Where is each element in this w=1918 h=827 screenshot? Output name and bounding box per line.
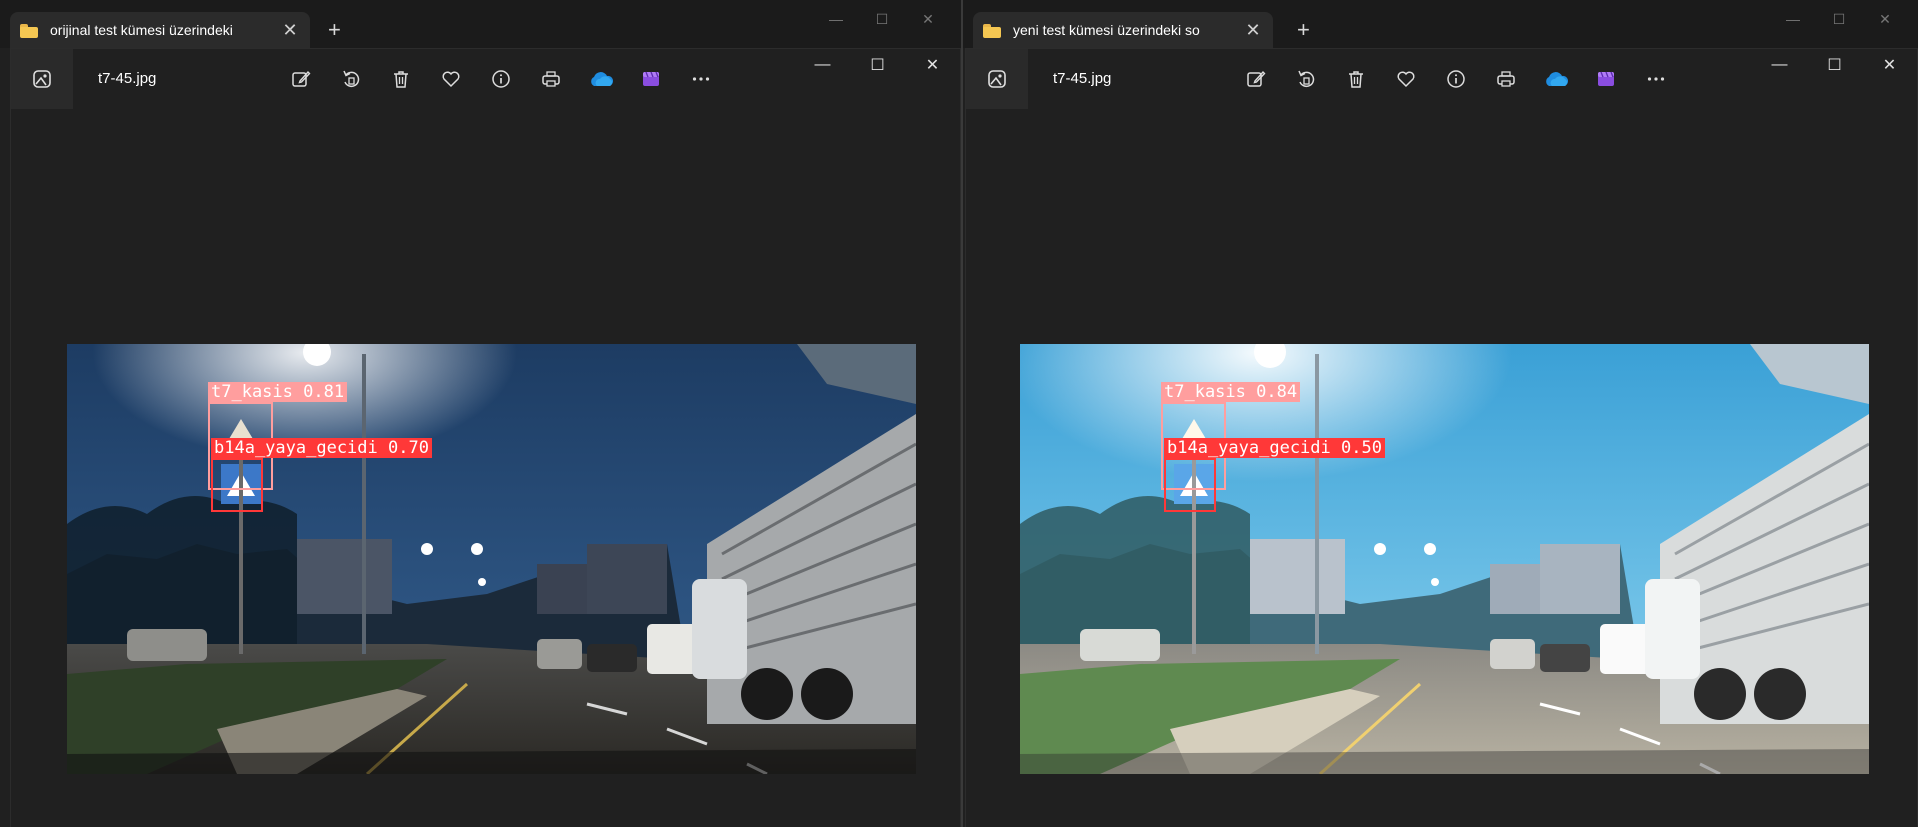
detection-label-yaya-gecidi: b14a_yaya_gecidi 0.70 bbox=[211, 438, 432, 458]
explorer-minimize-button[interactable]: — bbox=[1770, 6, 1816, 32]
delete-icon[interactable] bbox=[1331, 65, 1381, 93]
rotate-icon[interactable] bbox=[326, 65, 376, 93]
maximize-button[interactable]: ☐ bbox=[850, 49, 905, 81]
detection-label-yaya-gecidi: b14a_yaya_gecidi 0.50 bbox=[1164, 438, 1385, 458]
explorer-close-button[interactable]: ✕ bbox=[1862, 6, 1908, 32]
photo-canvas: t7_kasis 0.81 b14a_yaya_gecidi 0.70 bbox=[67, 344, 916, 774]
detection-box-yaya-gecidi bbox=[1164, 458, 1216, 512]
delete-icon[interactable] bbox=[376, 65, 426, 93]
minimize-button[interactable]: — bbox=[1752, 49, 1807, 81]
close-tab-button[interactable]: ✕ bbox=[1243, 20, 1263, 40]
close-button[interactable]: ✕ bbox=[1862, 49, 1917, 81]
close-button[interactable]: ✕ bbox=[905, 49, 960, 81]
close-tab-button[interactable]: ✕ bbox=[280, 20, 300, 40]
info-icon[interactable] bbox=[1431, 65, 1481, 93]
explorer-tab-title: yeni test kümesi üzerindeki so bbox=[1013, 22, 1200, 38]
new-tab-button[interactable]: + bbox=[328, 18, 341, 42]
new-tab-button[interactable]: + bbox=[1297, 18, 1310, 42]
maximize-button[interactable]: ☐ bbox=[1807, 49, 1862, 81]
info-icon[interactable] bbox=[476, 65, 526, 93]
explorer-minimize-button[interactable]: — bbox=[813, 6, 859, 32]
onedrive-icon[interactable] bbox=[576, 65, 626, 93]
left-window: orijinal test kümesi üzerindeki ✕ + — ☐ … bbox=[0, 0, 961, 827]
detection-label-kasis: t7_kasis 0.84 bbox=[1161, 382, 1301, 402]
file-name: t7-45.jpg bbox=[98, 70, 157, 87]
image-app-icon[interactable] bbox=[11, 49, 73, 109]
street-scene-image bbox=[67, 344, 916, 774]
file-name: t7-45.jpg bbox=[1053, 70, 1112, 87]
image-app-icon[interactable] bbox=[966, 49, 1028, 109]
photos-window: t7-45.jpg — ☐ ✕ bbox=[965, 48, 1918, 827]
explorer-window-controls: — ☐ ✕ bbox=[813, 6, 951, 32]
explorer-maximize-button[interactable]: ☐ bbox=[1816, 6, 1862, 32]
rotate-icon[interactable] bbox=[1281, 65, 1331, 93]
folder-icon bbox=[983, 23, 1001, 38]
favorite-icon[interactable] bbox=[426, 65, 476, 93]
explorer-tab-title: orijinal test kümesi üzerindeki bbox=[50, 22, 233, 38]
photo-tools bbox=[1231, 65, 1681, 93]
more-icon[interactable] bbox=[676, 65, 726, 93]
photos-window-controls: — ☐ ✕ bbox=[1752, 49, 1917, 81]
photos-toolbar: t7-45.jpg — ☐ ✕ bbox=[11, 49, 960, 109]
detection-label-kasis: t7_kasis 0.81 bbox=[208, 382, 348, 402]
photo-canvas: t7_kasis 0.84 b14a_yaya_gecidi 0.50 bbox=[1020, 344, 1869, 774]
explorer-tab[interactable]: yeni test kümesi üzerindeki so ✕ bbox=[973, 12, 1273, 48]
explorer-tabstrip: yeni test kümesi üzerindeki so ✕ + — ☐ ✕ bbox=[963, 0, 1918, 48]
favorite-icon[interactable] bbox=[1381, 65, 1431, 93]
explorer-tab[interactable]: orijinal test kümesi üzerindeki ✕ bbox=[10, 12, 310, 48]
photos-toolbar: t7-45.jpg — ☐ ✕ bbox=[966, 49, 1917, 109]
print-icon[interactable] bbox=[526, 65, 576, 93]
print-icon[interactable] bbox=[1481, 65, 1531, 93]
folder-icon bbox=[20, 23, 38, 38]
more-icon[interactable] bbox=[1631, 65, 1681, 93]
photo-tools bbox=[276, 65, 726, 93]
explorer-close-button[interactable]: ✕ bbox=[905, 6, 951, 32]
detection-box-yaya-gecidi bbox=[211, 458, 263, 512]
explorer-tabstrip: orijinal test kümesi üzerindeki ✕ + — ☐ … bbox=[0, 0, 961, 48]
onedrive-icon[interactable] bbox=[1531, 65, 1581, 93]
clipchamp-icon[interactable] bbox=[626, 65, 676, 93]
edit-icon[interactable] bbox=[1231, 65, 1281, 93]
minimize-button[interactable]: — bbox=[795, 49, 850, 81]
clipchamp-icon[interactable] bbox=[1581, 65, 1631, 93]
explorer-window-controls: — ☐ ✕ bbox=[1770, 6, 1908, 32]
right-window: yeni test kümesi üzerindeki so ✕ + — ☐ ✕… bbox=[963, 0, 1918, 827]
street-scene-image-enhanced bbox=[1020, 344, 1869, 774]
explorer-maximize-button[interactable]: ☐ bbox=[859, 6, 905, 32]
photos-window-controls: — ☐ ✕ bbox=[795, 49, 960, 81]
photos-window: t7-45.jpg — ☐ ✕ bbox=[10, 48, 961, 827]
edit-icon[interactable] bbox=[276, 65, 326, 93]
